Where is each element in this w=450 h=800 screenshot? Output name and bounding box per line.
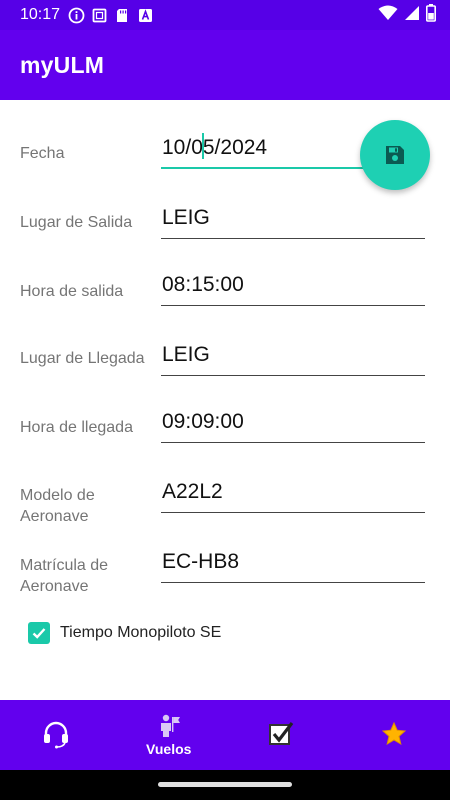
bottom-navigation: Vuelos	[0, 700, 450, 770]
fecha-input[interactable]: 10/05/2024	[161, 133, 365, 169]
hora-salida-input[interactable]: 08:15:00	[161, 270, 425, 306]
wifi-icon	[378, 5, 398, 26]
app-bar: myULM	[0, 30, 450, 100]
monopiloto-checkbox-row[interactable]: Tiempo Monopiloto SE	[28, 622, 221, 644]
nav-item-support[interactable]	[0, 700, 113, 770]
checkmark-icon	[32, 628, 46, 639]
save-button[interactable]	[360, 120, 430, 190]
hora-llegada-input[interactable]: 09:09:00	[161, 407, 425, 443]
lugar-llegada-input[interactable]: LEIG	[161, 340, 425, 376]
nav-item-favorites[interactable]	[338, 700, 450, 770]
pilot-flag-icon	[160, 714, 180, 737]
checklist-icon	[269, 721, 294, 745]
save-icon	[386, 146, 404, 164]
hora-llegada-label: Hora de llegada	[20, 419, 133, 436]
home-gesture-handle[interactable]	[158, 782, 292, 787]
status-icons-right	[378, 3, 436, 27]
nav-item-checklist[interactable]	[225, 700, 338, 770]
status-time: 10:17	[20, 6, 61, 23]
info-icon	[68, 7, 85, 24]
modelo-label: Modelo de Aeronave	[20, 487, 95, 525]
fecha-value-start: 10/0	[162, 136, 203, 159]
star-icon	[381, 721, 406, 745]
modelo-input[interactable]: A22L2	[161, 477, 425, 513]
app-title: myULM	[20, 51, 105, 78]
app-screen: 10:17 myULM Fecha 10/05/2024 Lugar de Sa…	[0, 0, 450, 800]
square-icon	[91, 7, 108, 24]
status-icons-left	[68, 7, 154, 24]
nav-label-vuelos: Vuelos	[146, 740, 192, 757]
matricula-input[interactable]: EC-HB8	[161, 547, 425, 583]
monopiloto-checkbox[interactable]	[28, 622, 50, 644]
sd-card-icon	[114, 7, 131, 24]
nav-item-vuelos[interactable]: Vuelos	[113, 700, 226, 770]
matricula-label: Matrícula de Aeronave	[20, 557, 109, 595]
fecha-label: Fecha	[20, 145, 65, 162]
gesture-bar	[0, 770, 450, 800]
lugar-llegada-label: Lugar de Llegada	[20, 350, 145, 367]
signal-icon	[404, 5, 420, 26]
a-icon	[137, 7, 154, 24]
headset-icon	[44, 721, 69, 748]
fecha-value-end: 5/2024	[202, 136, 268, 159]
battery-icon	[426, 3, 436, 27]
monopiloto-label: Tiempo Monopiloto SE	[60, 624, 222, 641]
hora-salida-label: Hora de salida	[20, 283, 124, 300]
lugar-salida-input[interactable]: LEIG	[161, 203, 425, 239]
lugar-salida-label: Lugar de Salida	[20, 214, 133, 231]
status-bar: 10:17	[0, 0, 450, 30]
